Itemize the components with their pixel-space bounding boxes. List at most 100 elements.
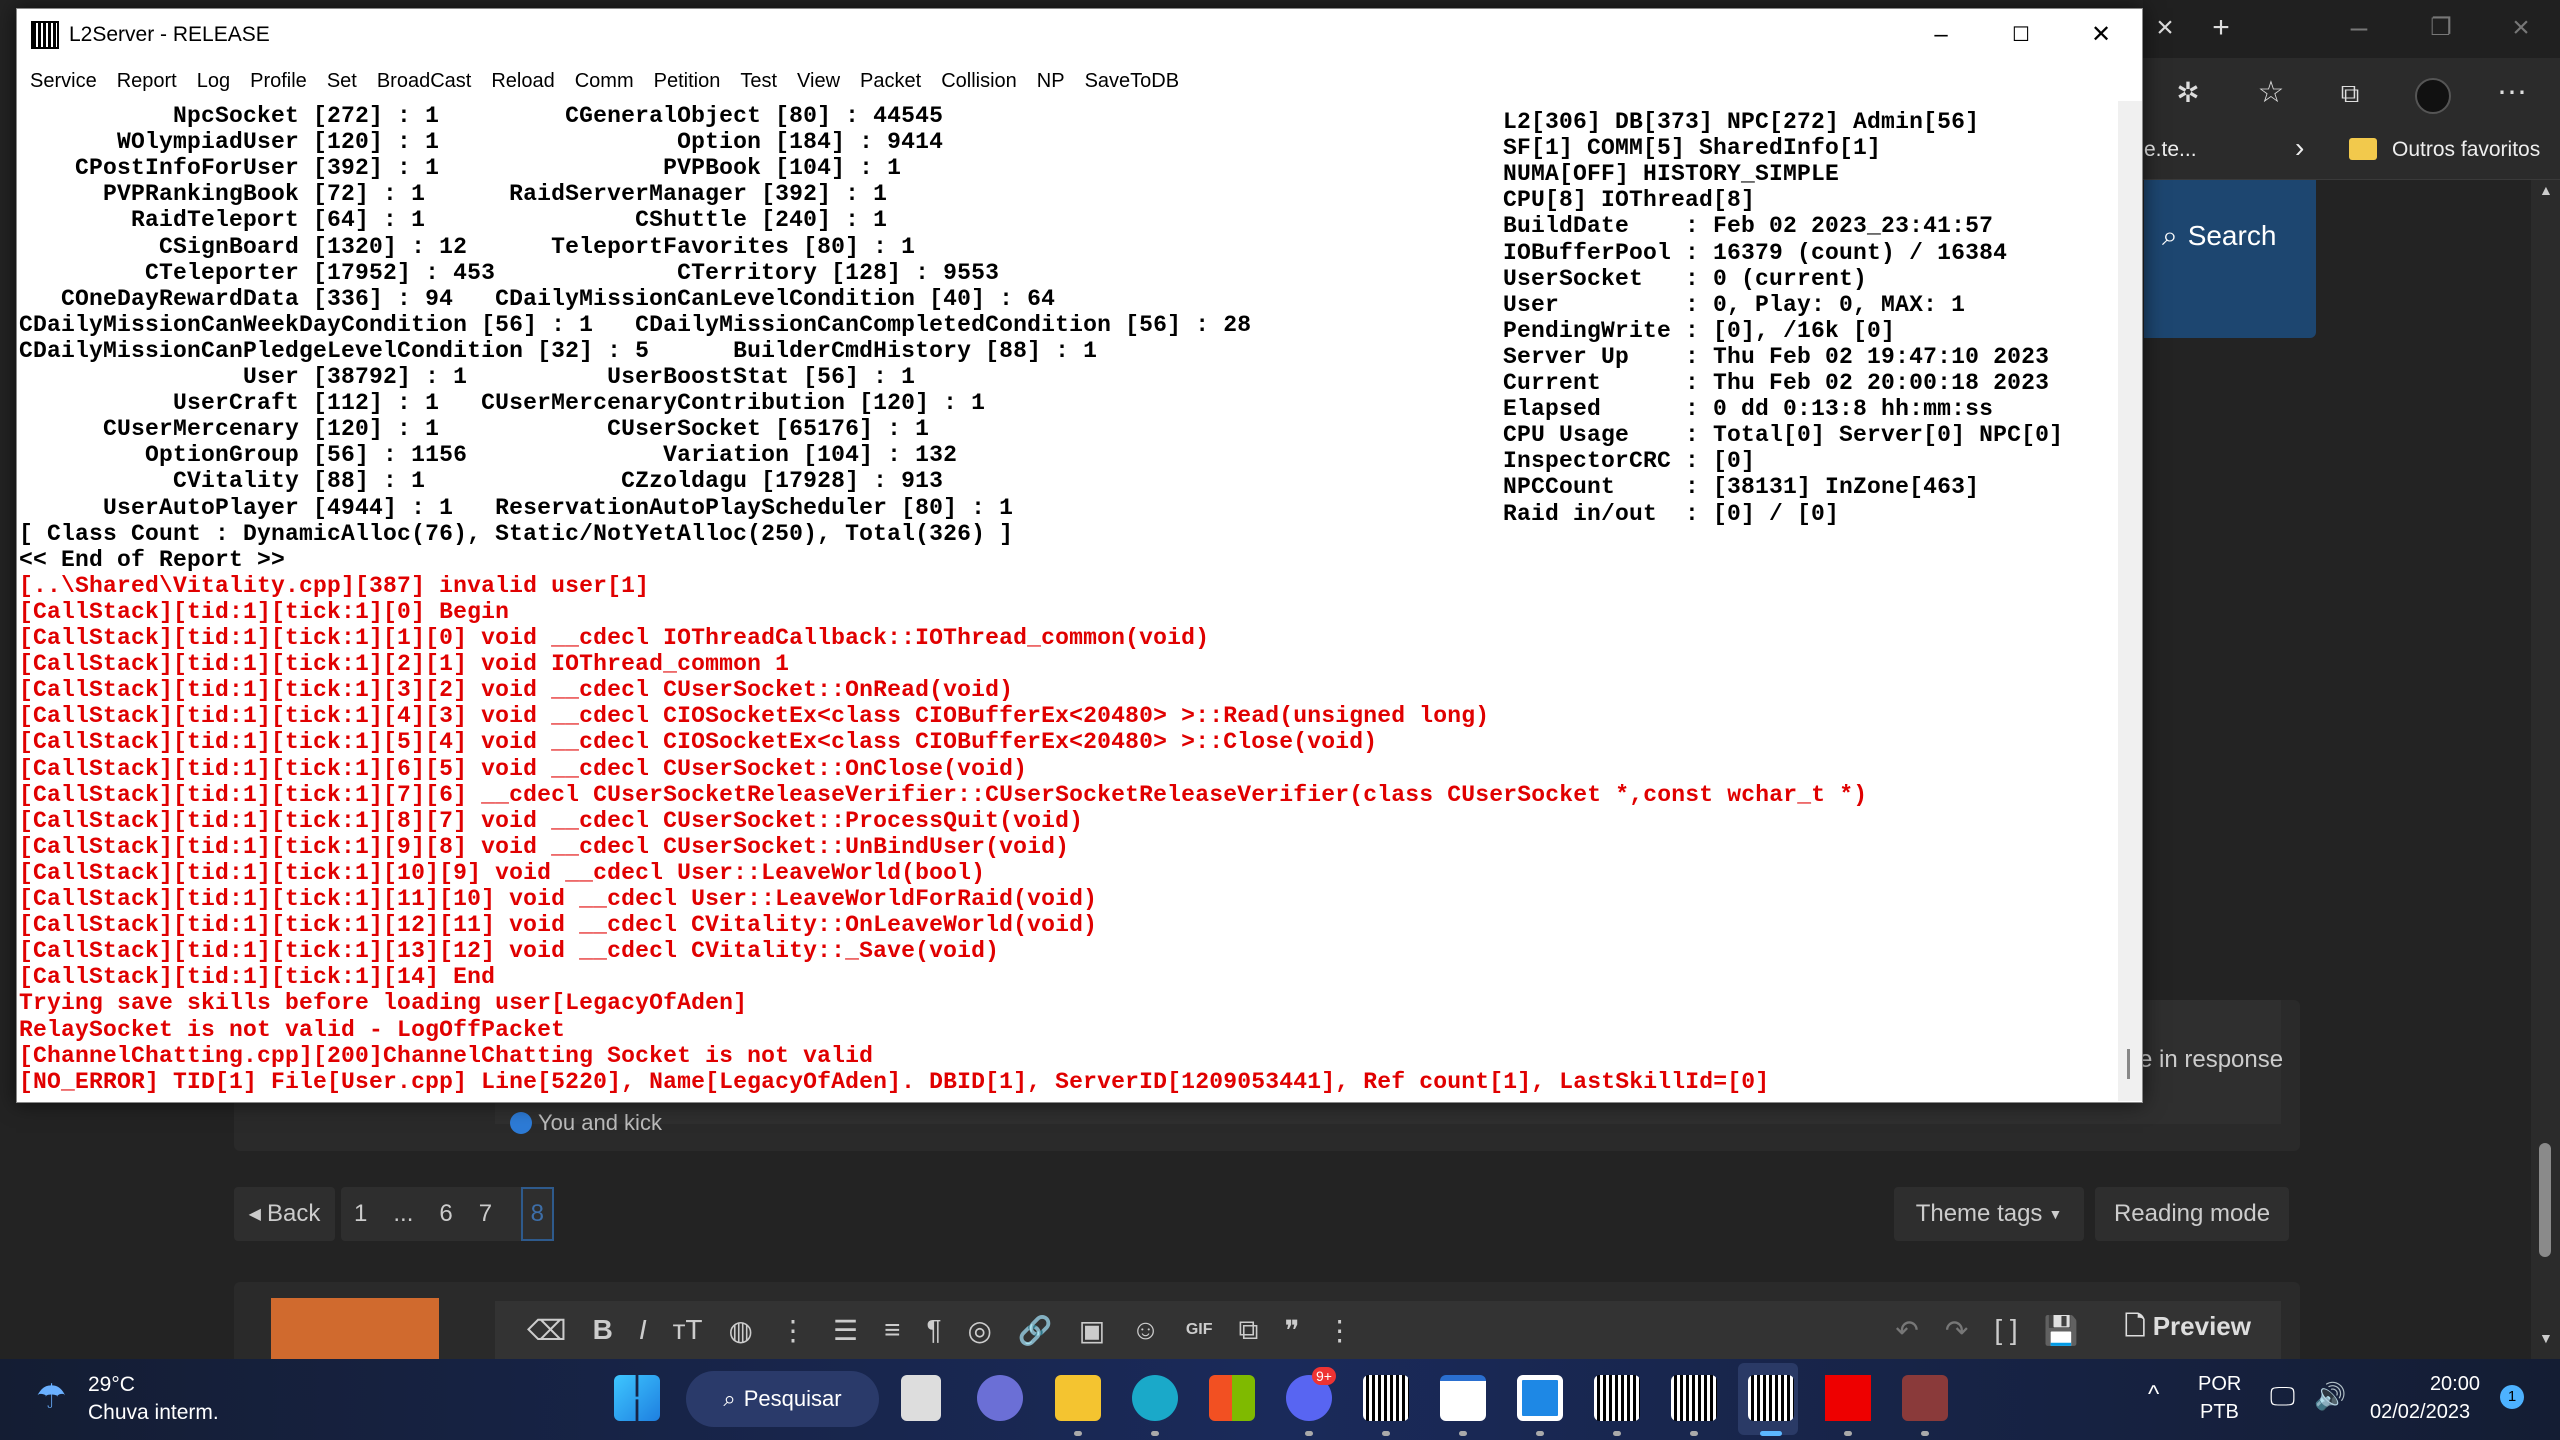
favorites-star-icon[interactable]: ☆ [2251,78,2291,108]
scroll-up-icon[interactable]: ▲ [2539,182,2553,198]
weather-desc[interactable]: Chuva interm. [88,1401,219,1425]
chevron-right-icon[interactable]: › [2295,132,2304,164]
scroll-down-icon[interactable]: ▼ [2539,1330,2553,1346]
weather-rain-icon[interactable]: ☂ [36,1377,66,1417]
redo-icon[interactable]: ↷ [1945,1314,1968,1347]
more-menu-icon[interactable]: ⋯ [2492,78,2532,108]
maximize-icon[interactable]: ☐ [1991,17,2051,53]
menu-comm[interactable]: Comm [575,70,634,93]
page-link-current[interactable]: 8 [520,1187,554,1241]
save-draft-icon[interactable]: 💾 [2044,1314,2079,1347]
other-favorites-folder[interactable]: Outros favoritos [2392,138,2540,162]
title-bar[interactable]: L2Server - RELEASE – ☐ ✕ [17,9,2142,61]
window-app-icon[interactable] [1517,1375,1563,1421]
new-tab-icon[interactable]: + [2201,13,2241,43]
paragraph-icon[interactable]: ¶ [926,1314,941,1346]
clock-time[interactable]: 20:00 [2426,1373,2480,1396]
back-button[interactable]: ◀ Back [234,1187,335,1241]
more-vertical-icon[interactable]: ⋮ [779,1314,807,1347]
active-indicator [1760,1431,1782,1436]
browser-close-icon[interactable]: × [2501,13,2541,43]
page-link[interactable]: 7 [466,1200,505,1228]
profile-avatar-icon[interactable] [2415,78,2451,114]
extensions-icon[interactable]: ✲ [2168,78,2208,108]
emoji-icon[interactable]: ☺ [1131,1314,1160,1346]
link-icon[interactable]: 🔗 [1018,1314,1053,1347]
notification-badge[interactable]: 1 [2500,1385,2524,1409]
page-link[interactable]: 6 [426,1200,465,1228]
close-icon[interactable]: ✕ [2071,17,2131,53]
teams-chat-icon[interactable] [977,1375,1023,1421]
image-icon[interactable]: ▣ [1079,1314,1105,1347]
menu-reload[interactable]: Reload [491,70,554,93]
preview-button[interactable]: 🗋 Preview [2125,1308,2251,1352]
collections-icon[interactable]: ⧉ [2330,78,2370,108]
l2server-taskbar-icon[interactable] [1748,1375,1794,1421]
menu-np[interactable]: NP [1037,70,1065,93]
menu-set[interactable]: Set [327,70,357,93]
italic-icon[interactable]: I [639,1314,647,1346]
l2-app-icon[interactable] [1594,1375,1640,1421]
menu-test[interactable]: Test [740,70,777,93]
menu-service[interactable]: Service [30,70,97,93]
reactions-bar[interactable]: You and kick [510,1110,662,1136]
menu-savetodb[interactable]: SaveToDB [1085,70,1180,93]
theme-tags-button[interactable]: Theme tags ▼ [1894,1187,2084,1241]
page-ellipsis[interactable]: ... [380,1200,426,1228]
page-scroll-thumb[interactable] [2539,1143,2551,1257]
clock-date[interactable]: 02/02/2023 [2370,1401,2470,1424]
window-app-icon[interactable] [1440,1375,1486,1421]
menu-collision[interactable]: Collision [941,70,1017,93]
hide-icon[interactable]: ◎ [967,1314,991,1347]
eraser-icon[interactable]: ⌫ [527,1314,567,1347]
weather-temp[interactable]: 29°C [88,1373,135,1397]
browser-maximize-icon[interactable]: ❐ [2421,13,2461,43]
l2-app-icon[interactable] [1671,1375,1717,1421]
menu-profile[interactable]: Profile [250,70,307,93]
start-windows-icon[interactable] [614,1375,660,1421]
gif-icon[interactable]: GIF [1186,1321,1213,1339]
red-app-icon[interactable] [1825,1375,1871,1421]
browser-minimize-icon[interactable]: – [2339,13,2379,43]
game-client-icon[interactable] [1902,1375,1948,1421]
source-code-icon[interactable]: [ ] [1994,1314,2017,1346]
align-icon[interactable]: ≡ [884,1314,900,1346]
bookmark-item[interactable]: e.te... [2144,138,2197,162]
undo-icon[interactable]: ↶ [1895,1314,1918,1347]
menu-petition[interactable]: Petition [654,70,721,93]
task-view-icon[interactable] [901,1375,941,1421]
reactions-text[interactable]: You and kick [538,1110,662,1136]
media-icon[interactable]: ⧉ [1239,1314,1259,1347]
volume-icon[interactable]: 🔊 [2314,1381,2346,1412]
menu-packet[interactable]: Packet [860,70,921,93]
l2-app-icon[interactable] [1363,1375,1409,1421]
minimize-icon[interactable]: – [1911,17,1971,53]
search-button[interactable]: ⌕ Search [2144,180,2316,338]
menu-broadcast[interactable]: BroadCast [377,70,472,93]
menu-report[interactable]: Report [117,70,177,93]
list-icon[interactable]: ☰ [833,1314,858,1347]
back-label: Back [266,1200,321,1227]
color-palette-icon[interactable]: ◍ [729,1314,753,1347]
bold-icon[interactable]: B [593,1314,613,1346]
microsoft-store-icon[interactable] [1209,1375,1255,1421]
console-scrollbar[interactable] [2118,101,2142,1101]
file-explorer-icon[interactable] [1055,1375,1101,1421]
report-row: OptionGroup [56] : 1156 Variation [104] … [19,442,958,469]
keyboard-layout[interactable]: PTB [2200,1401,2239,1424]
menu-log[interactable]: Log [197,70,230,93]
reading-mode-button[interactable]: Reading mode [2095,1187,2289,1241]
quote-icon[interactable]: ❞ [1285,1314,1300,1347]
status-field-line: UserSocket : 0 (current) [1503,265,1868,292]
menu-view[interactable]: View [797,70,840,93]
console-scroll-thumb[interactable] [2127,1049,2130,1079]
network-icon[interactable]: 🖵 [2270,1381,2295,1413]
chevron-up-icon[interactable]: ^ [2148,1381,2159,1409]
text-size-icon[interactable]: тT [673,1314,703,1346]
more-vertical-icon[interactable]: ⋮ [1326,1314,1354,1347]
input-language[interactable]: POR [2198,1373,2241,1396]
tab-close-icon[interactable]: × [2145,13,2185,43]
taskbar-search[interactable]: ⌕ Pesquisar [686,1371,879,1427]
page-link[interactable]: 1 [341,1200,380,1228]
edge-browser-icon[interactable] [1132,1375,1178,1421]
